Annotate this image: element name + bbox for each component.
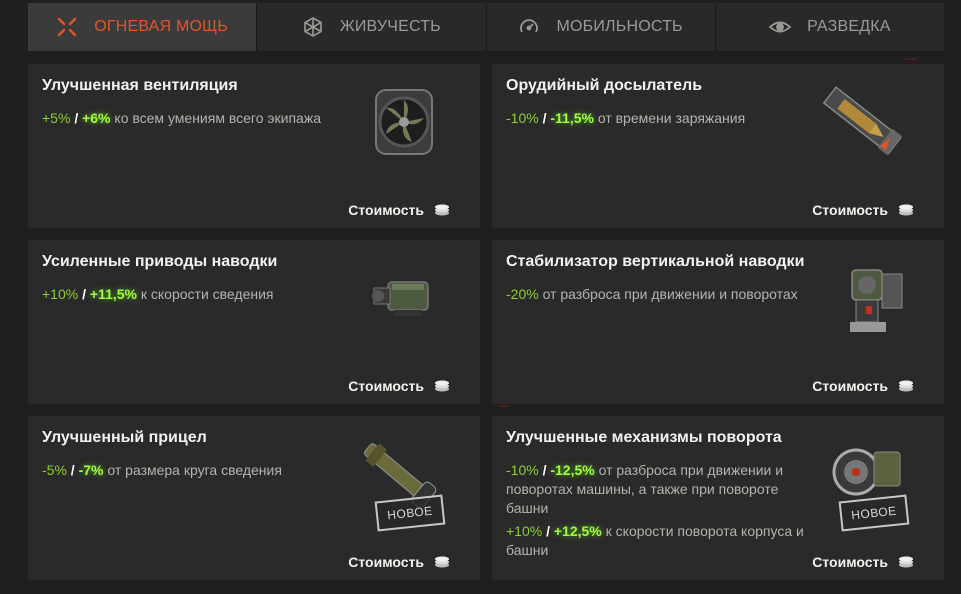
card-effect-2: +10% / +12,5% к скорости поворота корпус… [506, 523, 804, 558]
silver-coins-icon [898, 556, 914, 568]
cost-row: Стоимость [348, 378, 450, 394]
speedometer-icon [518, 16, 540, 38]
equipment-card-gunsight[interactable]: Улучшенный прицел -5% / -7% от размера к… [28, 416, 480, 580]
cost-row: Стоимость [812, 202, 914, 218]
crosshair-icon [56, 16, 78, 38]
card-effect: -5% / -7% от размера круга сведения [42, 462, 282, 478]
tab-survivability[interactable]: Живучесть [257, 3, 487, 51]
equipment-card-stabilizer[interactable]: Стабилизатор вертикальной наводки -20% о… [492, 240, 944, 404]
tab-label: Мобильность [556, 18, 683, 35]
ventilation-icon [350, 78, 450, 168]
silver-coins-icon [434, 380, 450, 392]
tab-label: Разведка [807, 18, 891, 35]
silver-coins-icon [898, 380, 914, 392]
card-effect: -20% от разброса при движении и поворота… [506, 286, 798, 302]
tab-label: Живучесть [339, 18, 441, 35]
card-effect: +10% / +11,5% к скорости сведения [42, 286, 274, 302]
tab-firepower[interactable]: Огневая мощь [28, 3, 258, 51]
card-effect: -10% / -11,5% от времени заряжания [506, 110, 746, 126]
equipment-card-gun-drives[interactable]: Усиленные приводы наводки +10% / +11,5% … [28, 240, 480, 404]
cost-row: Стоимость [812, 378, 914, 394]
new-badge: Новое [374, 494, 446, 532]
equipment-card-turning-mechanism[interactable]: Улучшенные механизмы поворота -10% / -12… [492, 416, 944, 580]
tab-recon[interactable]: Разведка [715, 3, 944, 51]
armor-icon [302, 16, 324, 38]
gun-drive-icon [350, 254, 450, 344]
cost-row: Стоимость [812, 554, 914, 570]
silver-coins-icon [434, 204, 450, 216]
rammer-icon [814, 78, 914, 168]
stabilizer-icon [814, 254, 914, 344]
cost-row: Стоимость [348, 202, 450, 218]
equipment-card-rammer[interactable]: Орудийный досылатель -10% / -11,5% от вр… [492, 64, 944, 228]
equipment-card-ventilation[interactable]: Улучшенная вентиляция +5% / +6% ко всем … [28, 64, 480, 228]
cost-row: Стоимость [348, 554, 450, 570]
silver-coins-icon [898, 204, 914, 216]
new-badge: Новое [838, 494, 910, 532]
tab-label: Огневая мощь [94, 18, 229, 35]
silver-coins-icon [434, 556, 450, 568]
equipment-tabs: Огневая мощь Живучесть Мобильность Разве… [28, 3, 944, 51]
eye-icon [769, 16, 792, 38]
card-effect: -10% / -12,5% от разброса при движении и… [506, 462, 784, 516]
tab-mobility[interactable]: Мобильность [486, 3, 716, 51]
card-effect: +5% / +6% ко всем умениям всего экипажа [42, 110, 321, 126]
